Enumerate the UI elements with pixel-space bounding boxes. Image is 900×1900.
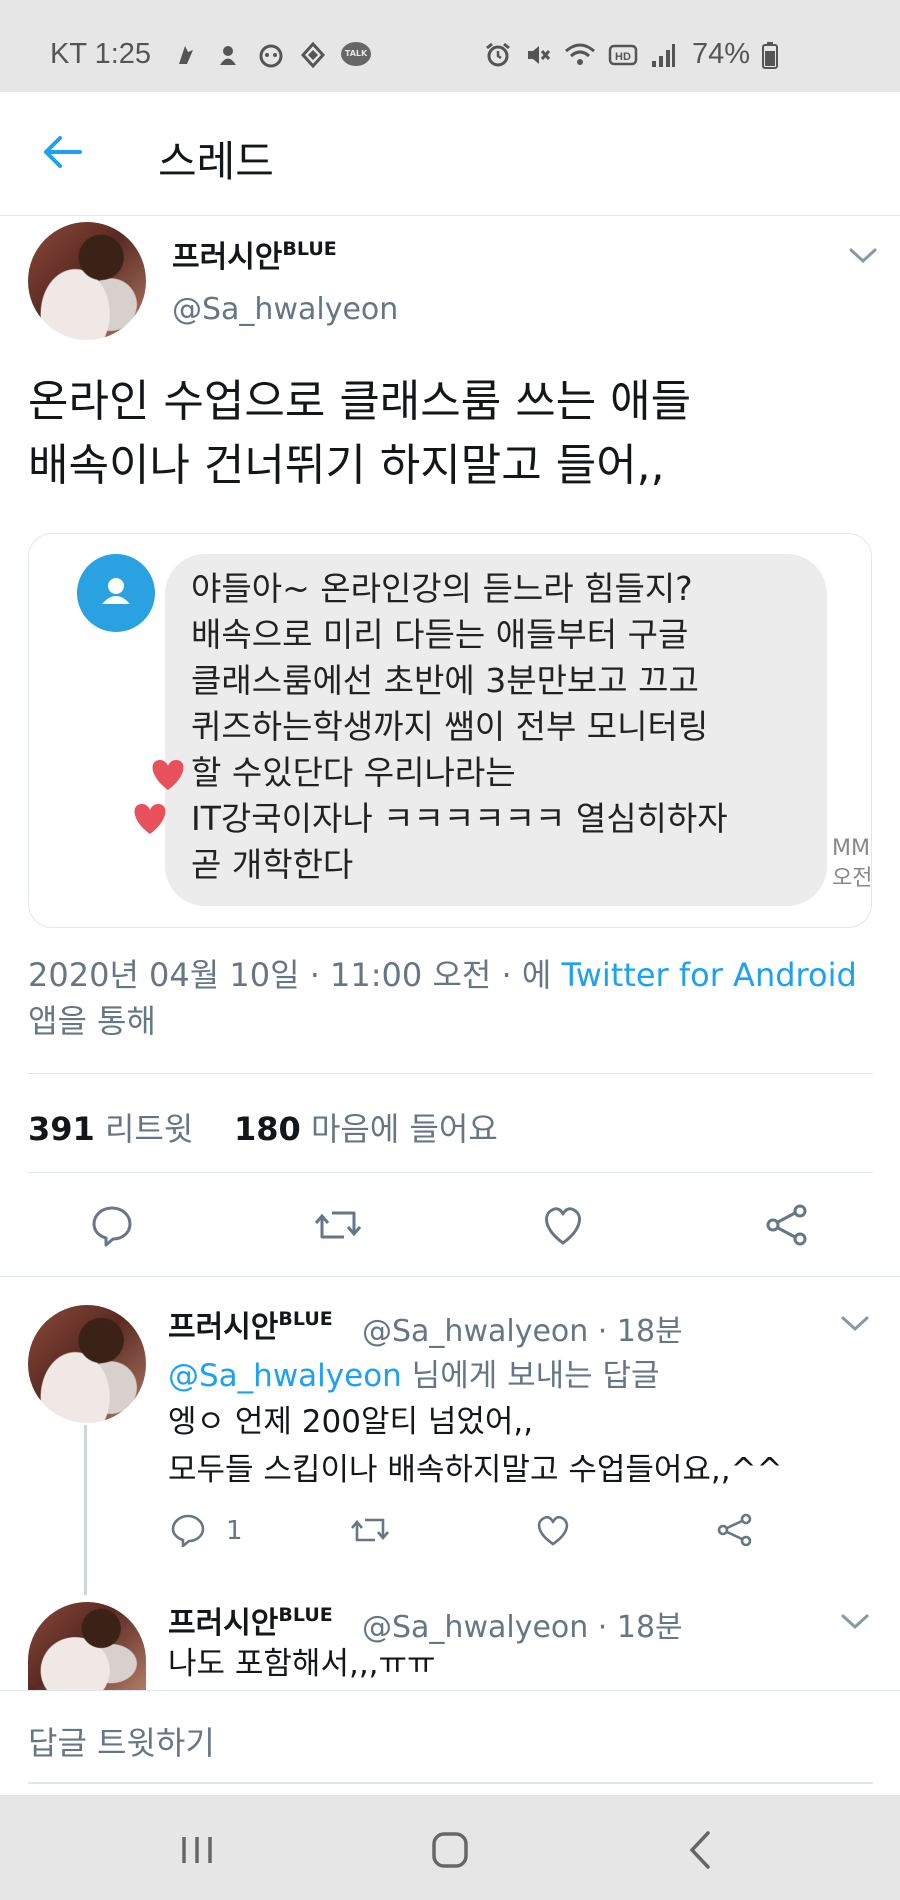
replying-to-suffix: 님에게 보내는 답글	[401, 1358, 660, 1394]
reply-input[interactable]: 답글 트윗하기	[28, 1718, 215, 1764]
retweet-stat[interactable]: 391 리트윗	[28, 1110, 193, 1148]
source-link[interactable]: Twitter for Android	[561, 956, 856, 994]
retweet-icon[interactable]	[314, 1203, 362, 1247]
reply-author-name-text: 프러시안	[168, 1606, 279, 1641]
svg-text:HD: HD	[615, 51, 631, 63]
battery-icon	[762, 41, 779, 69]
share-icon[interactable]	[716, 1513, 754, 1547]
reply-icon[interactable]	[90, 1203, 134, 1247]
chevron-down-icon[interactable]	[840, 1612, 870, 1632]
signal-icon	[652, 43, 675, 67]
back-arrow-icon[interactable]	[40, 130, 84, 174]
page-title: 스레드	[158, 137, 274, 186]
top-app-bar: 스레드	[0, 92, 900, 216]
tweet-stats: 391 리트윗 180 마음에 들어요	[28, 1104, 498, 1150]
message-time: 오전	[832, 866, 872, 891]
reply-count: 1	[226, 1516, 243, 1546]
reply-text: 나도 포함해서,,,ㅠㅠ	[168, 1646, 436, 1682]
mute-icon	[528, 45, 551, 64]
thread-line	[84, 1425, 87, 1595]
input-underline	[28, 1782, 873, 1784]
like-icon[interactable]	[534, 1513, 572, 1547]
divider	[0, 1690, 900, 1691]
person-icon	[102, 578, 130, 604]
chevron-down-icon[interactable]	[848, 246, 878, 266]
reply-author-name-sup: BLUE	[278, 1604, 333, 1626]
reply-author-name[interactable]: 프러시안BLUE	[168, 1598, 333, 1642]
retweet-label: 리트윗	[104, 1110, 194, 1148]
hd-icon: HD	[608, 44, 638, 65]
kakaotalk-icon: TALK	[341, 41, 372, 66]
message-meta: MMS 오전	[832, 834, 872, 894]
contact-avatar	[77, 554, 155, 632]
compose-reply-bar[interactable]: 답글 트윗하기	[0, 1690, 900, 1795]
like-stat[interactable]: 180 마음에 들어요	[234, 1110, 498, 1148]
source-suffix: 앱을 통해	[28, 1002, 156, 1040]
avatar[interactable]	[28, 222, 146, 340]
like-label: 마음에 들어요	[310, 1110, 498, 1148]
wifi-icon	[565, 43, 595, 65]
battery-percent: 74%	[692, 38, 751, 70]
reply-author-name-sup: BLUE	[278, 1308, 333, 1330]
reply-icon[interactable]	[170, 1513, 206, 1547]
tweet-media-image[interactable]: 야들아~ 온라인강의 듣느라 힘들지? 배속으로 미리 다듣는 애들부터 구글 …	[28, 533, 872, 928]
status-left: KT 1:25 TALK	[50, 38, 372, 71]
tweet-date: 2020년 04월 10일 · 11:00 오전 · 에	[28, 956, 562, 994]
chevron-down-icon[interactable]	[840, 1314, 870, 1334]
status-right: HD 74%	[484, 38, 779, 71]
alarm-icon	[486, 42, 510, 66]
retweet-icon[interactable]	[350, 1513, 390, 1547]
reply-handle-time: @Sa_hwalyeon · 18분	[362, 1314, 683, 1349]
message-bubble: 야들아~ 온라인강의 듣느라 힘들지? 배속으로 미리 다듣는 애들부터 구글 …	[165, 554, 827, 906]
tweet-text: 온라인 수업으로 클래스룸 쓰는 애들 배속이나 건너뛰기 하지말고 들어,,	[28, 376, 692, 491]
tweet-action-bar	[0, 1195, 900, 1255]
system-nav-bar	[0, 1795, 900, 1900]
game-icon	[179, 45, 194, 64]
divider	[28, 1073, 873, 1074]
carrier-time: KT 1:25	[50, 38, 152, 70]
message-text: 야들아~ 온라인강의 듣느라 힘들지? 배속으로 미리 다듣는 애들부터 구글 …	[191, 569, 728, 884]
replying-to-link[interactable]: @Sa_hwalyeon	[168, 1358, 402, 1394]
divider	[0, 1276, 900, 1277]
mms-label: MMS	[832, 836, 871, 861]
share-icon[interactable]	[764, 1203, 810, 1247]
avatar[interactable]	[28, 1305, 146, 1423]
avatar[interactable]	[28, 1602, 146, 1690]
divider	[28, 1172, 873, 1173]
retweet-count: 391	[28, 1110, 95, 1148]
notification-icons: TALK	[173, 41, 372, 68]
app-icon	[220, 45, 237, 65]
recent-apps-icon[interactable]	[172, 1825, 222, 1875]
diamond-icon	[301, 41, 326, 68]
home-icon[interactable]	[425, 1825, 475, 1875]
heart-sticker-icon	[152, 760, 184, 790]
like-icon[interactable]	[540, 1203, 586, 1247]
like-count: 180	[233, 1110, 301, 1148]
back-icon[interactable]	[676, 1825, 726, 1875]
reply-text: 엥ㅇ 언제 200알티 넘었어,, 모두들 스킵이나 배속하지말고 수업들어요,…	[168, 1404, 783, 1488]
author-name-sup: BLUE	[282, 238, 337, 260]
character-icon	[259, 44, 283, 67]
replying-to: @Sa_hwalyeon 님에게 보내는 답글	[168, 1350, 660, 1395]
reply-author-name-text: 프러시안	[168, 1310, 279, 1345]
reply-author-name[interactable]: 프러시안BLUE	[168, 1302, 333, 1346]
heart-sticker-icon	[134, 804, 166, 834]
status-bar: KT 1:25 TALK HD 74%	[0, 0, 900, 92]
author-name-text: 프러시안	[172, 240, 283, 275]
author-handle[interactable]: @Sa_hwalyeon	[172, 292, 398, 327]
author-name[interactable]: 프러시안BLUE	[172, 232, 337, 276]
tweet-timestamp: 2020년 04월 10일 · 11:00 오전 · 에 Twitter for…	[28, 952, 878, 1044]
